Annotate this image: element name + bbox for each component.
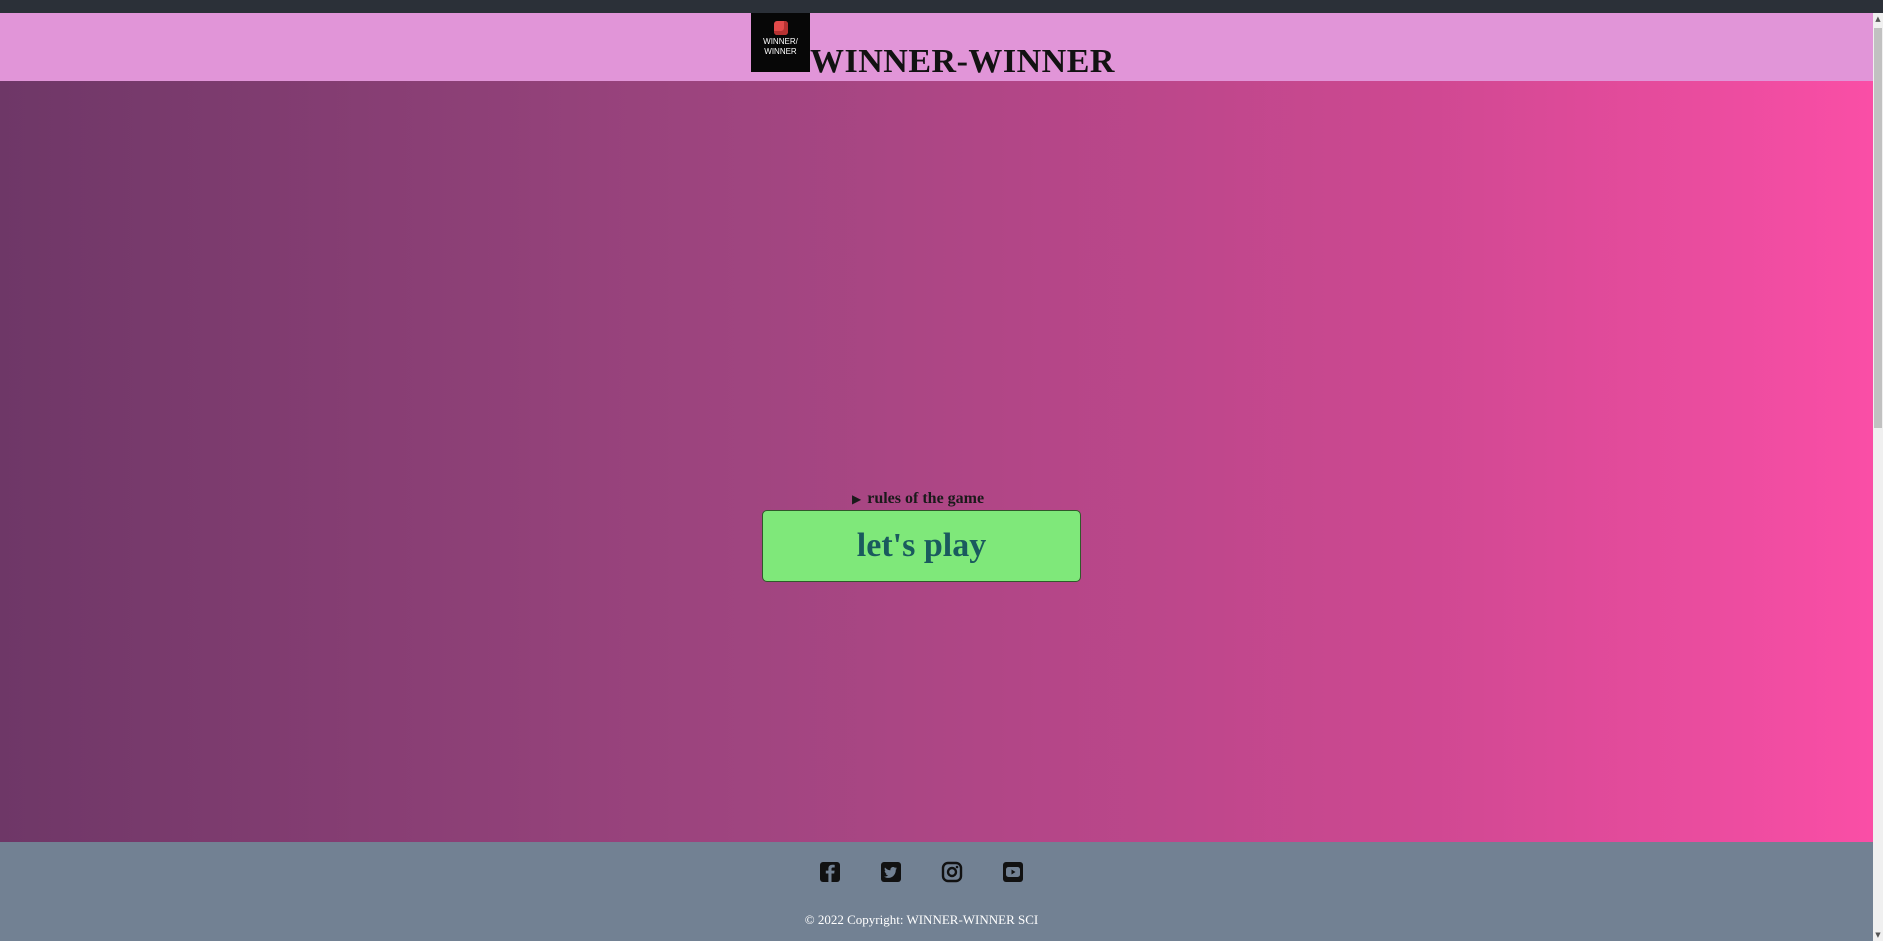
main-content: ▶ rules of the game let's play [0,81,1873,842]
scrollbar-thumb[interactable] [1874,28,1882,428]
facebook-icon[interactable] [819,861,841,883]
rules-disclosure[interactable]: ▶ rules of the game [852,490,984,508]
site-header: WINNER/ WINNER WINNER-WINNER [0,13,1873,81]
logo[interactable]: WINNER/ WINNER [751,13,810,72]
scroll-down-icon[interactable]: ▼ [1873,929,1883,941]
site-title: WINNER-WINNER [810,43,1115,80]
disclosure-triangle-icon: ▶ [852,492,862,506]
scroll-up-icon[interactable]: ▲ [1873,13,1883,25]
instagram-icon[interactable] [941,861,963,883]
logo-text: WINNER/ WINNER [763,37,798,56]
vertical-scrollbar[interactable]: ▲ ▼ [1873,13,1883,941]
cube-logo-icon [773,21,788,35]
youtube-icon[interactable] [1002,861,1024,883]
rules-label: rules of the game [867,490,985,507]
twitter-icon[interactable] [880,861,902,883]
browser-top-bar [0,0,1883,13]
copyright-text: © 2022 Copyright: WINNER-WINNER SCI [804,912,1039,927]
play-button[interactable]: let's play [762,510,1081,582]
site-footer: © 2022 Copyright: WINNER-WINNER SCI [0,842,1873,941]
